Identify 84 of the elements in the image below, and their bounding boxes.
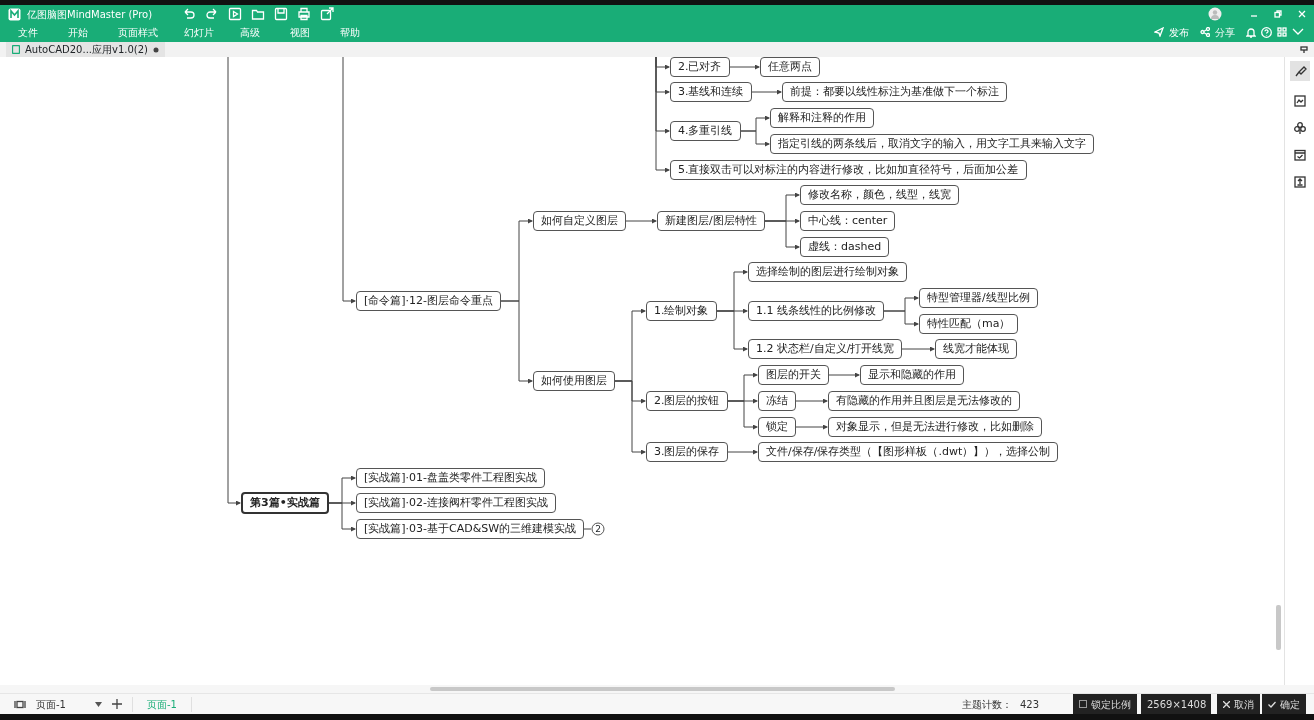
topic-node[interactable]: 线宽才能体现 <box>935 339 1017 359</box>
scrollbar-thumb[interactable] <box>430 687 895 691</box>
topic-node[interactable]: 如何自定义图层 <box>533 211 626 231</box>
connector-line <box>795 398 828 404</box>
folder-icon[interactable] <box>251 7 266 21</box>
bell-icon[interactable] <box>1246 26 1256 38</box>
add-page-icon[interactable] <box>112 699 122 709</box>
topic-node[interactable]: [实战篇]·02-连接阀杆零件工程图实战 <box>356 493 557 513</box>
caret-down-icon <box>95 701 102 707</box>
connector-line <box>751 89 782 95</box>
topic-node[interactable]: 2.已对齐 <box>670 57 730 77</box>
help-icon[interactable] <box>1261 26 1272 38</box>
connector-line <box>828 372 860 378</box>
topic-node[interactable]: 中心线：center <box>800 211 896 231</box>
outline-icon[interactable] <box>1292 175 1307 189</box>
restore-icon[interactable] <box>1274 10 1282 18</box>
topic-node[interactable]: 解释和注释的作用 <box>770 108 874 128</box>
topic-node[interactable]: 2.图层的按钮 <box>646 391 728 411</box>
close-icon <box>1223 700 1230 708</box>
topic-node[interactable]: 有隐藏的作用并且图层是无法修改的 <box>828 391 1020 411</box>
topic-node[interactable]: 如何使用图层 <box>533 371 615 391</box>
topic-node[interactable]: 前提：都要以线性标注为基准做下一个标注 <box>782 82 1007 102</box>
window-title: 亿图脑图MindMaster (Pro) <box>27 7 153 22</box>
undo-icon[interactable] <box>182 7 197 21</box>
topic-node[interactable]: 锁定 <box>758 417 796 437</box>
topic-node[interactable]: 1.绘制对象 <box>646 301 717 321</box>
topic-node[interactable]: 5.直接双击可以对标注的内容进行修改，比如加直径符号，后面加公差 <box>670 160 1027 180</box>
confirm-button[interactable]: 确定 <box>1262 693 1306 715</box>
topic-node[interactable]: 4.多重引线 <box>670 121 741 141</box>
topic-node[interactable]: [实战篇]·01-盘盖类零件工程图实战 <box>356 468 546 488</box>
connector-line <box>625 218 657 224</box>
topic-node[interactable]: 图层的开关 <box>758 365 829 385</box>
topic-count: 423 <box>1019 697 1039 712</box>
topic-node[interactable]: 选择绘制的图层进行绘制对象 <box>748 262 907 282</box>
page-view-icon[interactable] <box>14 699 26 709</box>
save-icon[interactable] <box>274 7 289 21</box>
connector-line <box>901 346 935 352</box>
topic-node[interactable]: 显示和隐藏的作用 <box>860 365 964 385</box>
chevron-down-icon[interactable] <box>1292 28 1304 36</box>
scrollbar-thumb[interactable] <box>1276 605 1281 650</box>
topic-node[interactable]: 3.基线和连续 <box>670 82 752 102</box>
calendar-check-icon[interactable] <box>1292 148 1307 162</box>
check-icon <box>1268 700 1276 708</box>
document-tab[interactable]: AutoCAD20...应用v1.0(2) <box>6 42 165 57</box>
topic-node[interactable]: 指定引线的两条线后，取消文字的输入，用文字工具来输入文字 <box>770 134 1094 154</box>
connector-line <box>740 130 770 147</box>
pin-icon[interactable] <box>1300 45 1308 53</box>
avatar-icon[interactable] <box>1208 7 1222 21</box>
size-dropdown[interactable]: 2569×1408 <box>1141 693 1211 715</box>
cancel-button[interactable]: 取消 <box>1217 693 1260 715</box>
topic-node[interactable]: 1.2 状态栏/自定义/打开线宽 <box>748 339 903 359</box>
topic-node[interactable]: 文件/保存/保存类型（【图形样板（.dwt）】），选择公制 <box>758 442 1059 462</box>
file-icon <box>12 45 20 54</box>
export-icon[interactable] <box>320 7 335 21</box>
topic-node[interactable]: 冻结 <box>758 391 796 411</box>
topic-node[interactable]: 3.图层的保存 <box>646 442 728 462</box>
print-icon[interactable] <box>297 7 312 21</box>
collapse-line <box>583 528 592 530</box>
topic-node[interactable]: 任意两点 <box>760 57 820 77</box>
collapsed-count-badge[interactable]: 2 <box>591 522 605 536</box>
share-icon[interactable] <box>1200 27 1210 37</box>
topic-node[interactable]: 特性匹配（ma） <box>919 314 1019 334</box>
topic-count-label: 主题计数： <box>961 697 1012 712</box>
send-icon[interactable] <box>1154 27 1164 37</box>
topic-node[interactable]: 1.1 线条线性的比例修改 <box>748 301 884 321</box>
topic-node[interactable]: 虚线：dashed <box>800 237 890 257</box>
connector-line <box>795 424 828 430</box>
topic-node[interactable]: 特型管理器/线型比例 <box>919 288 1038 308</box>
paint-brush-icon[interactable] <box>1289 61 1310 81</box>
topic-node[interactable]: 对象显示，但是无法进行修改，比如删除 <box>828 417 1042 437</box>
clover-icon[interactable] <box>1292 121 1307 135</box>
lock-ratio-checkbox[interactable]: 锁定比例 <box>1073 693 1137 715</box>
connector-line <box>727 449 758 455</box>
topic-node[interactable]: [命令篇]·12-图层命令重点 <box>356 291 502 311</box>
page-dropdown[interactable]: 页面-1 <box>36 696 102 712</box>
close-icon[interactable] <box>1298 10 1306 18</box>
play-icon[interactable] <box>228 7 243 21</box>
grid-icon[interactable] <box>1277 27 1287 37</box>
topic-node[interactable]: 新建图层/图层特性 <box>657 211 765 231</box>
topic-node[interactable]: [实战篇]·03-基于CAD&SW的三维建模实战 <box>356 519 585 539</box>
connector-line <box>729 64 760 70</box>
topic-node[interactable]: 修改名称，颜色，线型，线宽 <box>800 185 959 205</box>
connector-line <box>883 310 919 327</box>
topic-node[interactable]: 第3篇•实战篇 <box>241 492 329 514</box>
